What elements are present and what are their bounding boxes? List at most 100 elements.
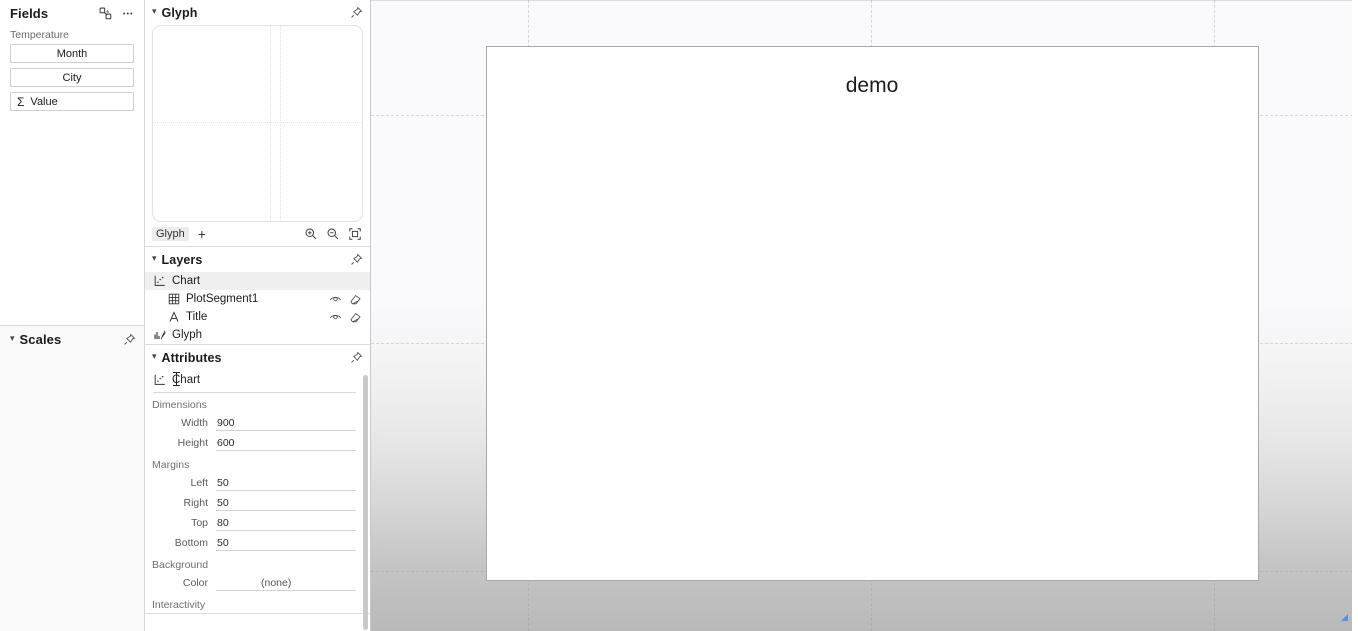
layer-row-chart[interactable]: Chart [145,272,370,290]
glyph-toolbar: Glyph + [145,222,370,246]
glyph-guide-vertical [280,26,282,221]
layer-label: PlotSegment1 [186,293,259,305]
chart-canvas[interactable]: demo [371,0,1358,631]
attr-label: Right [183,497,208,509]
glyph-guide-vertical [270,26,272,221]
pin-icon[interactable] [350,351,363,364]
attr-label: Bottom [174,537,208,549]
background-color-input[interactable]: (none) [216,575,356,591]
attr-group-margins-label: Margins [152,459,190,471]
attributes-panel-header[interactable]: ▾ Attributes [145,345,370,370]
sum-aggregate-icon: Σ [17,94,25,109]
fields-panel: Fields Temperature Month City Σ Value [0,0,144,326]
chevron-down-icon[interactable]: ▾ [152,254,157,263]
eye-icon[interactable] [329,311,342,324]
attr-row-height[interactable]: Height 600 [145,433,370,453]
dataset-name: Temperature [10,29,69,41]
margin-right-input[interactable]: 50 [216,495,356,511]
link-fields-icon[interactable] [98,6,113,21]
attr-input-wrap[interactable]: 900 [216,415,356,431]
eraser-icon[interactable] [349,293,362,306]
field-item-value[interactable]: Σ Value [10,92,134,111]
glyph-panel-title: Glyph [161,5,198,20]
attr-input-wrap[interactable]: 50 [216,495,356,511]
margin-bottom-input[interactable]: 50 [216,535,356,551]
zoom-in-icon[interactable] [304,227,318,241]
text-a-icon [167,310,181,324]
attr-label: Width [181,417,208,429]
width-input[interactable]: 900 [216,415,356,431]
attr-group-interactivity-label: Interactivity [152,599,206,611]
glyph-zoom-controls [304,227,362,241]
field-item-city[interactable]: City [10,68,134,87]
attr-row-margin-right[interactable]: Right 50 [145,493,370,513]
fields-header-actions [98,6,136,21]
chevron-down-icon[interactable]: ▾ [10,333,15,343]
height-input[interactable]: 600 [216,435,356,451]
attr-input-wrap[interactable]: 600 [216,435,356,451]
attributes-scrollbar[interactable] [363,375,368,630]
glyph-editor-canvas[interactable] [152,25,363,222]
left-sidebar: Fields Temperature Month City Σ Value ▾ … [0,0,145,631]
editor-sidebar: ▾ Glyph Glyph + ▾ Layers Chart PlotSegme… [145,0,371,631]
attr-label: Top [191,517,208,529]
attributes-panel-title: Attributes [161,350,222,365]
attributes-object-row[interactable]: Chart [145,370,370,389]
glyph-guide-horizontal [153,121,362,123]
chart-title-text[interactable]: demo [846,74,899,98]
margin-top-input[interactable]: 80 [216,515,356,531]
eye-icon[interactable] [329,293,342,306]
attr-row-margin-left[interactable]: Left 50 [145,473,370,493]
scales-panel: ▾ Scales [0,326,144,631]
layers-panel-title: Layers [161,252,203,267]
text-cursor-bottom [173,385,180,386]
attributes-panel: ▾ Attributes Chart Dimensions Width 900 … [145,345,370,630]
layer-row-plotsegment1[interactable]: PlotSegment1 [145,290,370,308]
attr-row-margin-top[interactable]: Top 80 [145,513,370,533]
field-item-month[interactable]: Month [10,44,134,63]
canvas-top-border [371,0,1358,1]
field-label: Value [30,95,58,108]
resize-handle-marker[interactable] [1341,614,1348,621]
canvas-right-edge [1352,0,1358,631]
attr-row-background-color[interactable]: Color (none) [145,573,370,593]
chart-scatter-icon [153,373,167,387]
layer-row-title[interactable]: Title [145,308,370,326]
chevron-down-icon[interactable]: ▾ [152,352,157,361]
field-label: Month [56,47,88,60]
zoom-fit-icon[interactable] [348,227,362,241]
pin-icon[interactable] [350,253,363,266]
attr-label: Height [177,437,208,449]
chart-frame[interactable] [486,46,1259,581]
chart-scatter-icon [153,274,167,288]
fields-panel-title: Fields [10,6,49,21]
add-glyph-button[interactable]: + [198,227,206,241]
scales-panel-header[interactable]: ▾ Scales [0,326,144,350]
text-cursor [176,372,177,385]
pin-icon[interactable] [350,6,363,19]
attr-input-wrap[interactable]: (none) [216,575,356,591]
attr-label: Color [182,577,208,589]
chevron-down-icon[interactable]: ▾ [152,7,157,16]
glyph-tab[interactable]: Glyph [152,227,189,241]
text-cursor-top [173,372,180,373]
attr-input-wrap[interactable]: 80 [216,515,356,531]
layers-panel: ▾ Layers Chart PlotSegment1 Title Glyph [145,247,370,345]
layer-label: Chart [172,275,201,287]
layer-row-glyph[interactable]: Glyph [145,326,370,344]
attr-row-margin-bottom[interactable]: Bottom 50 [145,533,370,553]
attr-group-dimensions-label: Dimensions [152,399,207,411]
grid-table-icon [167,292,181,306]
more-options-icon[interactable] [121,6,136,21]
glyph-editor-canvas-wrap [152,25,363,222]
attr-input-wrap[interactable]: 50 [216,535,356,551]
layer-row-tools [329,293,370,306]
zoom-out-icon[interactable] [326,227,340,241]
eraser-icon[interactable] [349,311,362,324]
attr-input-wrap[interactable]: 50 [216,475,356,491]
layers-panel-header[interactable]: ▾ Layers [145,247,370,272]
glyph-panel-header[interactable]: ▾ Glyph [145,0,370,25]
attr-row-width[interactable]: Width 900 [145,413,370,433]
pin-icon[interactable] [123,333,136,346]
margin-left-input[interactable]: 50 [216,475,356,491]
